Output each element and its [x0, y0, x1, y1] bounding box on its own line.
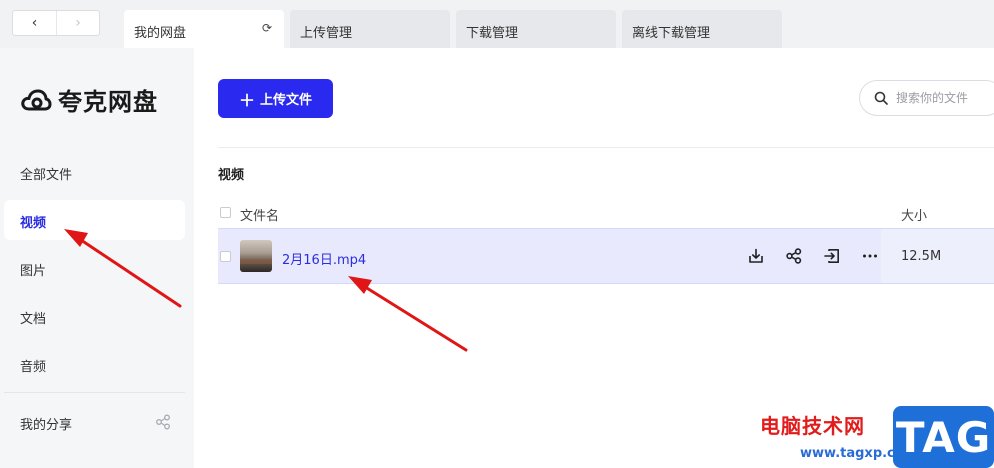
sidebar-item-label: 文档 — [20, 312, 47, 327]
sidebar-item-documents[interactable]: 文档 — [4, 296, 185, 336]
tab-upload-manager[interactable]: 上传管理 — [290, 10, 450, 48]
more-icon — [863, 254, 877, 258]
back-button[interactable]: ‹ — [13, 11, 56, 35]
section-title: 视频 — [218, 168, 245, 183]
sidebar-item-label: 视频 — [20, 216, 47, 231]
chevron-right-icon: › — [75, 15, 81, 31]
share-icon — [786, 248, 802, 264]
sidebar-divider — [4, 392, 185, 393]
file-name-link[interactable]: 2月16日.mp4 — [282, 249, 366, 268]
content-divider — [218, 147, 994, 148]
video-thumbnail — [240, 240, 272, 272]
plus-icon: ＋ — [238, 90, 255, 110]
more-button[interactable] — [859, 245, 881, 267]
annotation-arrow-file — [360, 283, 468, 352]
download-icon — [749, 248, 763, 263]
upload-label: 上传文件 — [260, 93, 313, 108]
chevron-left-icon: ‹ — [31, 15, 38, 31]
tab-label: 我的网盘 — [134, 26, 187, 41]
sidebar-item-label: 全部文件 — [20, 168, 73, 183]
tab-label: 离线下载管理 — [632, 26, 711, 41]
sidebar-item-audio[interactable]: 音频 — [4, 344, 185, 384]
share-button[interactable] — [783, 245, 805, 267]
column-header-name[interactable]: 文件名 — [240, 205, 279, 224]
search-input[interactable] — [896, 91, 994, 105]
tab-download-manager[interactable]: 下载管理 — [456, 10, 616, 48]
watermark-tag-logo: TAG — [893, 406, 994, 468]
column-header-size[interactable]: 大小 — [901, 205, 927, 224]
tab-label: 下载管理 — [466, 26, 519, 41]
logo-text: 夸克网盘 — [58, 88, 158, 116]
move-to-icon — [824, 249, 839, 263]
sidebar: 夸克网盘 全部文件 视频 图片 文档 音频 我的分享 — [0, 48, 194, 468]
select-all-checkbox[interactable] — [220, 207, 231, 218]
file-list-header: 文件名 大小 — [218, 200, 994, 226]
forward-button[interactable]: › — [56, 11, 99, 35]
tab-offline-download-manager[interactable]: 离线下载管理 — [622, 10, 782, 48]
sidebar-item-images[interactable]: 图片 — [4, 248, 185, 288]
sidebar-item-label: 我的分享 — [20, 418, 73, 433]
search-box — [859, 80, 994, 116]
tab-label: 上传管理 — [300, 26, 353, 41]
tab-my-drive[interactable]: 我的网盘 ⟳ — [124, 10, 284, 48]
sidebar-item-label: 图片 — [20, 264, 47, 279]
sidebar-item-label: 音频 — [20, 360, 47, 375]
sidebar-item-my-shares[interactable]: 我的分享 — [4, 402, 185, 442]
nav-button-group: ‹ › — [12, 10, 100, 36]
sidebar-item-videos[interactable]: 视频 — [4, 200, 185, 240]
cloud-logo-icon — [21, 89, 52, 110]
sidebar-item-all-files[interactable]: 全部文件 — [4, 152, 185, 192]
app-logo: 夸克网盘 — [20, 82, 158, 117]
file-row[interactable]: 2月16日.mp4 12.5M — [218, 228, 994, 284]
row-checkbox[interactable] — [220, 251, 231, 262]
search-icon — [874, 91, 888, 105]
top-tab-bar: ‹ › 我的网盘 ⟳ 上传管理 下载管理 离线下载管理 — [0, 0, 994, 48]
download-button[interactable] — [745, 245, 767, 267]
refresh-icon[interactable]: ⟳ — [262, 21, 272, 35]
upload-file-button[interactable]: ＋ 上传文件 — [218, 79, 333, 118]
share-icon — [156, 414, 170, 430]
file-size: 12.5M — [901, 249, 942, 264]
move-button[interactable] — [821, 245, 843, 267]
watermark-site-name: 电脑技术网 — [760, 414, 865, 438]
